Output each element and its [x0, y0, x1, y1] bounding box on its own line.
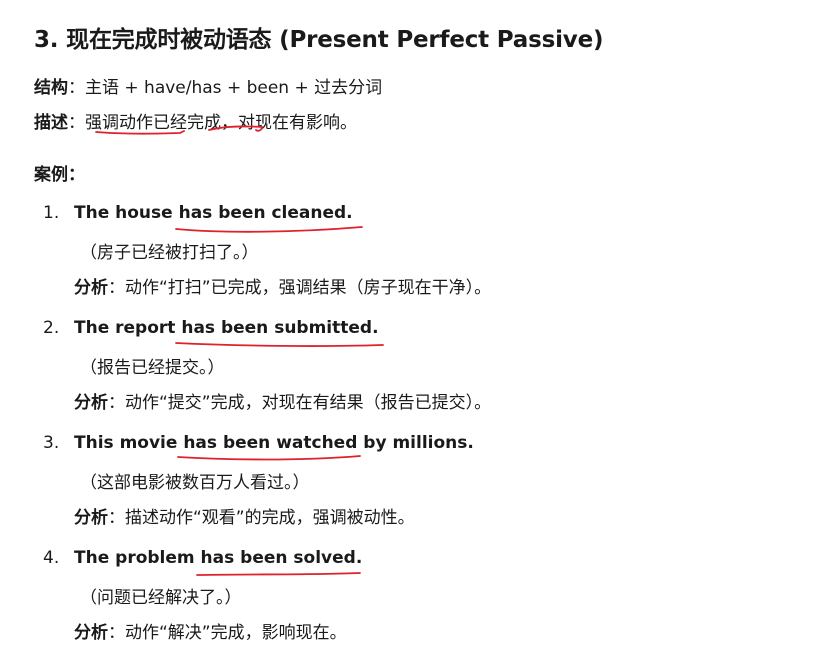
structure-label: 结构 [34, 78, 68, 98]
analysis-label: 分析 [74, 623, 108, 643]
description-sep: ： [68, 113, 85, 133]
underline-example-2 [175, 342, 384, 347]
underline-example-3 [177, 455, 361, 461]
sentence-verb-phrase: has been solved. [200, 548, 363, 568]
analysis-text: 动作“解决”完成，影响现在。 [125, 623, 347, 643]
document-page: 3. 现在完成时被动语态 (Present Perfect Passive) 结… [0, 0, 834, 663]
analysis-label: 分析 [74, 508, 108, 528]
sentence-verb-phrase: has been submitted. [181, 318, 379, 338]
analysis-sep: ： [108, 508, 125, 528]
example-sentence: This movie has been watched by millions. [74, 433, 474, 453]
structure-sep: ： [68, 78, 85, 98]
example-translation: （房子已经被打扫了。） [80, 243, 259, 263]
example-analysis: 分析：动作“打扫”已完成，强调结果（房子现在干净）。 [74, 273, 491, 298]
sentence-tail: by millions. [357, 433, 474, 453]
example-sentence: The problem has been solved. [74, 548, 362, 568]
analysis-text: 描述动作“观看”的完成，强调被动性。 [125, 508, 415, 528]
analysis-label: 分析 [74, 278, 108, 298]
sentence-verb-phrase: has been watched [183, 433, 358, 453]
example-number: 1. [43, 203, 60, 223]
example-analysis: 分析：动作“提交”完成，对现在有结果（报告已提交）。 [74, 388, 491, 413]
example-sentence: The house has been cleaned. [74, 203, 353, 223]
analysis-text: 动作“提交”完成，对现在有结果（报告已提交）。 [125, 393, 492, 413]
underline-example-1 [175, 226, 363, 233]
analysis-sep: ： [108, 278, 125, 298]
example-number: 4. [43, 548, 60, 568]
sentence-subject: This movie [74, 433, 184, 453]
sentence-subject: The report [74, 318, 182, 338]
sentence-subject: The house [74, 203, 179, 223]
analysis-sep: ： [108, 393, 125, 413]
structure-line: 结构：主语 + have/has + been + 过去分词 [34, 73, 382, 98]
example-number: 2. [43, 318, 60, 338]
example-sentence: The report has been submitted. [74, 318, 379, 338]
section-heading: 3. 现在完成时被动语态 (Present Perfect Passive) [34, 27, 604, 53]
example-analysis: 分析：描述动作“观看”的完成，强调被动性。 [74, 503, 415, 528]
analysis-label: 分析 [74, 393, 108, 413]
description-text-rest: 对现在有影响。 [238, 113, 357, 133]
examples-label: 案例： [34, 165, 85, 185]
underline-example-4 [196, 572, 361, 576]
example-number: 3. [43, 433, 60, 453]
description-label: 描述 [34, 113, 68, 133]
example-translation: （这部电影被数百万人看过。） [80, 473, 310, 493]
description-line: 描述：强调动作已经完成，对现在有影响。 [34, 108, 357, 133]
example-translation: （报告已经提交。） [80, 358, 225, 378]
analysis-text: 动作“打扫”已完成，强调结果（房子现在干净）。 [125, 278, 492, 298]
sentence-subject: The problem [74, 548, 201, 568]
sentence-verb-phrase: has been cleaned. [178, 203, 353, 223]
example-translation: （问题已经解决了。） [80, 588, 242, 608]
example-analysis: 分析：动作“解决”完成，影响现在。 [74, 618, 347, 643]
structure-text: 主语 + have/has + been + 过去分词 [85, 78, 383, 98]
analysis-sep: ： [108, 623, 125, 643]
description-text-highlighted: 强调动作已经完成， [85, 113, 238, 133]
